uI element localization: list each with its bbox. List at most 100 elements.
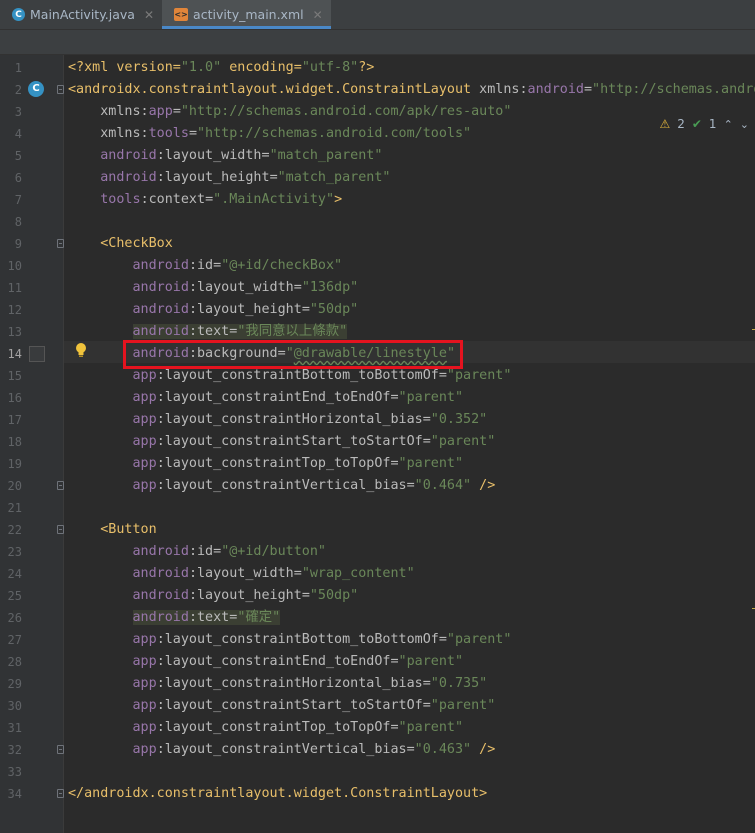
code-line-20: app:layout_constraintVertical_bias="0.46… [132,478,496,493]
code-line-28: app:layout_constraintEnd_toEndOf="parent… [132,654,464,669]
lightbulb-icon[interactable] [74,342,88,358]
line-number: 12 [7,303,22,317]
editor-tab-bar: C MainActivity.java ✕ <> activity_main.x… [0,0,755,30]
line-number-gutter: 1 2 C 3 4 5 6 7 8 9 10 11 12 13 14 15 16 17 18 19 20 21 22 23 24… [0,55,64,833]
gutter-line[interactable]: 10 [0,255,63,277]
editor-toolbar-strip [0,30,755,55]
chevron-down-icon[interactable]: ⌄ [740,118,749,131]
xml-file-icon: <> [174,8,189,21]
code-line-6: android:layout_height="match_parent" [100,170,391,185]
code-line-32: app:layout_constraintVertical_bias="0.46… [132,742,496,757]
line-number: 3 [14,105,22,119]
line-number: 29 [7,677,22,691]
gutter-line[interactable]: 7 [0,189,63,211]
fold-toggle-icon[interactable] [57,789,64,798]
line-number: 17 [7,413,22,427]
fold-toggle-icon[interactable] [57,481,64,490]
gutter-line[interactable]: 28 [0,651,63,673]
code-line-1: <?xml version="1.0" encoding="utf-8"?> [68,60,375,75]
gutter-line[interactable]: 16 [0,387,63,409]
line-number: 20 [7,479,22,493]
gutter-line[interactable]: 19 [0,453,63,475]
gutter-line[interactable]: 33 [0,761,63,783]
warning-icon: ⚠ [659,117,671,131]
code-line-11: android:layout_width="136dp" [132,280,359,295]
gutter-line[interactable]: 2C [0,79,64,101]
gutter-line[interactable]: 6 [0,167,63,189]
line-number: 28 [7,655,22,669]
gutter-line[interactable]: 17 [0,409,63,431]
line-number: 7 [14,193,22,207]
fold-toggle-icon[interactable] [57,239,64,248]
line-number: 19 [7,457,22,471]
gutter-line[interactable]: 14 [0,343,63,365]
fold-toggle-icon[interactable] [57,525,64,534]
code-line-9: <CheckBox [100,236,173,251]
line-number: 26 [7,611,22,625]
line-number: 23 [7,545,22,559]
line-number: 5 [14,149,22,163]
gutter-line[interactable]: 23 [0,541,63,563]
gutter-line[interactable]: 20 [0,475,64,497]
gutter-line[interactable]: 26 [0,607,63,629]
gutter-line[interactable]: 32 [0,739,64,761]
line-number: 24 [7,567,22,581]
gutter-line[interactable]: 25 [0,585,63,607]
code-line-2: <androidx.constraintlayout.widget.Constr… [68,82,755,97]
code-line-10: android:id="@+id/checkBox" [132,258,343,273]
fold-toggle-icon[interactable] [57,85,64,94]
check-count: 1 [708,117,717,131]
line-number: 4 [14,127,22,141]
breakpoint-slot[interactable] [29,346,45,362]
gutter-line[interactable]: 4 [0,123,63,145]
gutter-line[interactable]: 34 [0,783,64,805]
gutter-line[interactable]: 22 [0,519,64,541]
line-number: 30 [7,699,22,713]
code-line-29: app:layout_constraintHorizontal_bias="0.… [132,676,488,691]
gutter-line[interactable]: 29 [0,673,63,695]
gutter-line[interactable]: 15 [0,365,63,387]
close-icon[interactable]: ✕ [144,8,154,22]
line-number: 18 [7,435,22,449]
gutter-line[interactable]: 30 [0,695,63,717]
gutter-line[interactable]: 9 [0,233,64,255]
line-number: 16 [7,391,22,405]
gutter-line[interactable]: 5 [0,145,63,167]
line-number: 27 [7,633,22,647]
code-line-18: app:layout_constraintStart_toStartOf="pa… [132,434,496,449]
line-number: 21 [7,501,22,515]
code-line-14: android:background="@drawable/linestyle" [132,346,456,361]
code-editor[interactable]: ⚠ 2 ✔ 1 ⌃ ⌄ <?xml version="1.0" encoding… [64,55,755,833]
class-icon[interactable]: C [28,81,44,97]
inspection-widget[interactable]: ⚠ 2 ✔ 1 ⌃ ⌄ [659,114,755,134]
gutter-line[interactable]: 27 [0,629,63,651]
code-line-27: app:layout_constraintBottom_toBottomOf="… [132,632,512,647]
line-number: 11 [7,281,22,295]
line-number: 31 [7,721,22,735]
line-number: 32 [7,743,22,757]
gutter-line[interactable]: 24 [0,563,63,585]
gutter-line[interactable]: 12 [0,299,63,321]
close-icon[interactable]: ✕ [313,8,323,22]
chevron-up-icon[interactable]: ⌃ [724,118,733,131]
gutter-line[interactable]: 3 [0,101,63,123]
gutter-line[interactable]: 31 [0,717,63,739]
gutter-line[interactable]: 1 [0,57,63,79]
fold-toggle-icon[interactable] [57,745,64,754]
gutter-line[interactable]: 11 [0,277,63,299]
code-line-16: app:layout_constraintEnd_toEndOf="parent… [132,390,464,405]
code-line-3: xmlns:app="http://schemas.android.com/ap… [100,104,512,119]
gutter-line[interactable]: 18 [0,431,63,453]
code-line-15: app:layout_constraintBottom_toBottomOf="… [132,368,512,383]
line-number: 25 [7,589,22,603]
tab-label: MainActivity.java [30,7,135,22]
line-number: 1 [14,61,22,75]
tab-mainactivity-java[interactable]: C MainActivity.java ✕ [0,0,162,29]
line-number: 22 [7,523,22,537]
code-line-30: app:layout_constraintStart_toStartOf="pa… [132,698,496,713]
gutter-line[interactable]: 13 [0,321,63,343]
gutter-line[interactable]: 8 [0,211,63,233]
warning-count: 2 [677,117,685,131]
gutter-line[interactable]: 21 [0,497,63,519]
tab-activity-main-xml[interactable]: <> activity_main.xml ✕ [162,0,331,29]
